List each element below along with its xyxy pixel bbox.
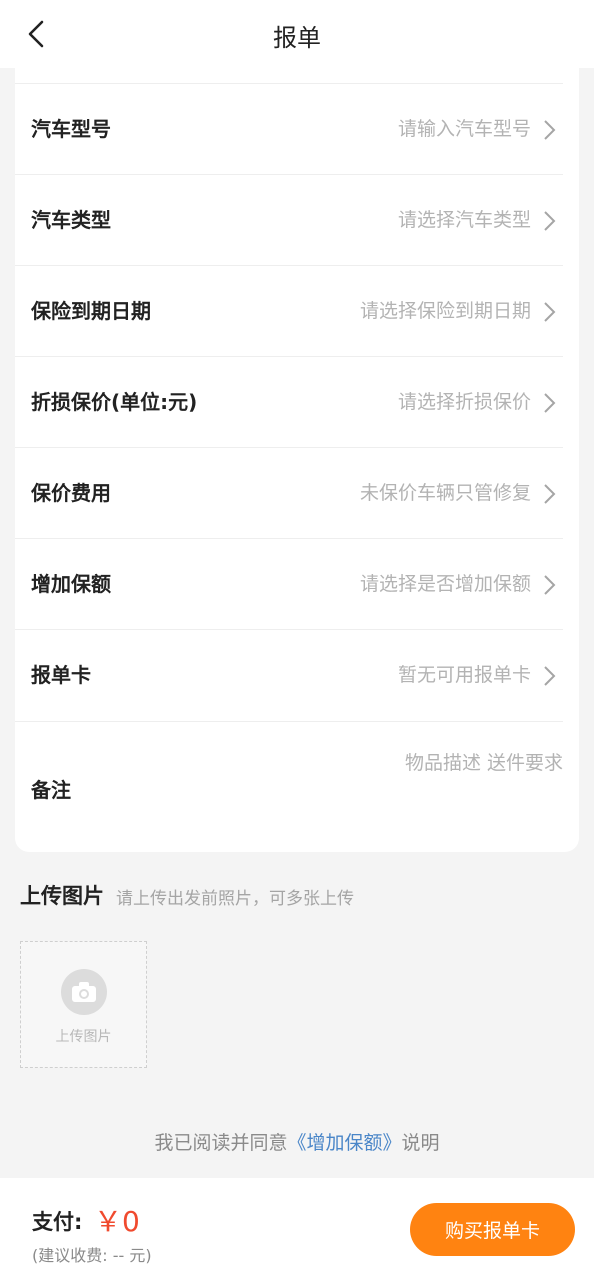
row-depreciation-value[interactable]: 折损保价(单位:元) 请选择折损保价 <box>15 356 563 447</box>
bottom-bar: 支付: ￥0 (建议收费: -- 元) 购买报单卡 <box>0 1178 594 1280</box>
agreement-suffix: 说明 <box>401 1132 440 1154</box>
agreement-link[interactable]: 《增加保额》 <box>287 1132 401 1154</box>
row-car-model[interactable]: 汽车型号 请输入汽车型号 <box>15 83 563 174</box>
row-label: 报单卡 <box>31 663 91 687</box>
upload-hint: 请上传出发前照片，可多张上传 <box>116 889 354 909</box>
agreement-prefix: 我已阅读并同意 <box>154 1132 288 1154</box>
row-insurance-fee[interactable]: 保价费用 未保价车辆只管修复 <box>15 447 563 538</box>
chevron-right-icon <box>544 393 556 413</box>
pay-label: 支付: <box>32 1210 83 1234</box>
row-car-type[interactable]: 汽车类型 请选择汽车类型 <box>15 174 563 265</box>
row-extra-coverage[interactable]: 增加保额 请选择是否增加保额 <box>15 538 563 629</box>
form-card: 汽车型号 请输入汽车型号 汽车类型 请选择汽车类型 保险到期日期 请选择保险到期… <box>15 68 579 852</box>
row-insurance-expiry[interactable]: 保险到期日期 请选择保险到期日期 <box>15 265 563 356</box>
row-label: 汽车型号 <box>31 117 111 141</box>
upload-title: 上传图片 <box>20 884 104 908</box>
agreement-text: 我已阅读并同意《增加保额》说明 <box>0 1128 594 1155</box>
camera-icon <box>72 982 96 1002</box>
chevron-right-icon <box>544 302 556 322</box>
row-value: 请选择是否增加保额 <box>359 573 531 595</box>
upload-box-label: 上传图片 <box>55 1029 112 1045</box>
row-value: 请输入汽车型号 <box>397 118 531 140</box>
row-order-card[interactable]: 报单卡 暂无可用报单卡 <box>15 629 563 720</box>
upload-image-button[interactable]: 上传图片 <box>20 941 147 1068</box>
row-label: 增加保额 <box>31 572 111 596</box>
row-value: 请选择汽车类型 <box>397 209 531 231</box>
pay-hint: (建议收费: -- 元) <box>32 1246 152 1265</box>
remark-label: 备注 <box>31 778 71 802</box>
row-label: 保价费用 <box>31 481 111 505</box>
chevron-right-icon <box>544 120 556 140</box>
chevron-right-icon <box>544 666 556 686</box>
row-label: 保险到期日期 <box>31 299 151 323</box>
buy-order-card-button[interactable]: 购买报单卡 <box>410 1203 575 1256</box>
chevron-right-icon <box>544 484 556 504</box>
remark-input[interactable] <box>263 752 563 774</box>
pay-amount: ￥0 <box>94 1205 140 1238</box>
row-remark: 备注 <box>15 721 563 852</box>
row-value: 未保价车辆只管修复 <box>359 482 531 504</box>
top-bar: 报单 <box>0 0 594 68</box>
row-value: 请选择保险到期日期 <box>359 300 531 322</box>
row-value: 暂无可用报单卡 <box>397 664 531 686</box>
page-title: 报单 <box>273 24 321 52</box>
row-label: 折损保价(单位:元) <box>31 390 198 414</box>
row-value: 请选择折损保价 <box>397 391 531 413</box>
camera-icon-circle <box>61 969 107 1015</box>
chevron-right-icon <box>544 575 556 595</box>
chevron-right-icon <box>544 211 556 231</box>
row-label: 汽车类型 <box>31 208 111 232</box>
